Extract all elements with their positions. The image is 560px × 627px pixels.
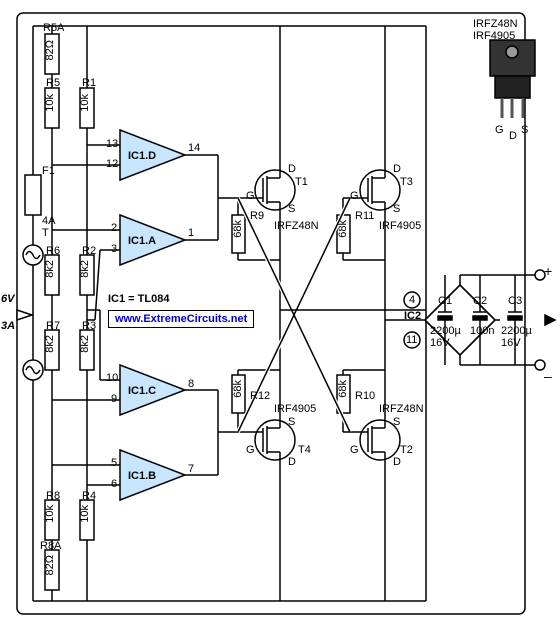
- source-link[interactable]: www.ExtremeCircuits.net: [108, 310, 254, 328]
- r7-ref: R7: [46, 320, 60, 332]
- supply-v: 6V: [1, 293, 14, 305]
- c1-ref: C1: [438, 295, 452, 307]
- t4-ref: T4: [298, 444, 311, 456]
- ic1c-in1: 10: [106, 372, 118, 384]
- ic1b-out: 7: [188, 463, 194, 475]
- r2-ref: R2: [82, 245, 96, 257]
- r11-val: 68k: [337, 220, 349, 238]
- ic1c-out: 8: [188, 378, 194, 390]
- r2-val: 8k2: [79, 260, 91, 278]
- r6-val: 8k2: [44, 260, 56, 278]
- t4-s: S: [288, 416, 295, 428]
- t2-s: S: [393, 416, 400, 428]
- ic1b-in1: 5: [111, 457, 117, 469]
- t3-ref: T3: [400, 176, 413, 188]
- c2-ref: C2: [473, 295, 487, 307]
- ic2-p11: 11: [406, 334, 417, 346]
- t3-g: G: [350, 190, 359, 202]
- r9-val: 68k: [232, 220, 244, 238]
- c2-val: 100n: [470, 325, 494, 337]
- r8a-ref: R8A: [40, 540, 61, 552]
- r4-val: 10k: [79, 505, 91, 523]
- ic1a-ref: IC1.A: [128, 235, 156, 247]
- r1-ref: R1: [82, 77, 96, 89]
- t3-s: S: [393, 203, 400, 215]
- ic1d-in1: 13: [106, 138, 118, 150]
- t2-g: G: [350, 444, 359, 456]
- ic1a-out: 1: [188, 227, 194, 239]
- pkg-pin-s: S: [521, 124, 528, 136]
- ic1c-in2: 9: [111, 393, 117, 405]
- t4-d: D: [288, 456, 296, 468]
- t1-d: D: [288, 163, 296, 175]
- t3-d: D: [393, 163, 401, 175]
- r8-val: 10k: [44, 505, 56, 523]
- schematic-root: IRFZ48N IRF4905 G D S F1 4A T R5A 82Ω R5…: [0, 0, 560, 627]
- ic-note: IC1 = TL084: [108, 293, 169, 305]
- t1-g: G: [246, 190, 255, 202]
- r8a-val: 82Ω: [44, 555, 56, 575]
- ic2-p4: 4: [409, 294, 415, 306]
- r5-val: 10k: [44, 94, 56, 112]
- ic1a-in2: 3: [111, 243, 117, 255]
- t3-type: IRF4905: [379, 220, 421, 232]
- ic1c-ref: IC1.C: [128, 385, 156, 397]
- r5a-val: 82Ω: [44, 40, 56, 60]
- r3-val: 8k2: [79, 335, 91, 353]
- ic1d-out: 14: [188, 142, 200, 154]
- r12-ref: R12: [250, 390, 270, 402]
- r10-val: 68k: [337, 380, 349, 398]
- r12-val: 68k: [232, 380, 244, 398]
- pkg-pin-d: D: [509, 130, 517, 142]
- r4-ref: R4: [82, 490, 96, 502]
- supply-a: 3A: [1, 320, 15, 332]
- t1-ref: T1: [295, 176, 308, 188]
- r1-val: 10k: [79, 94, 91, 112]
- t2-d: D: [393, 456, 401, 468]
- c3-val: 2200µ 16V: [501, 325, 532, 349]
- f1-ref: F1: [42, 165, 55, 177]
- t1-type: IRFZ48N: [274, 220, 319, 232]
- r9-ref: R9: [250, 210, 264, 222]
- r7-val: 8k2: [44, 335, 56, 353]
- r3-ref: R3: [82, 320, 96, 332]
- ic1b-ref: IC1.B: [128, 470, 156, 482]
- f1-val: 4A T: [42, 215, 55, 239]
- t1-s: S: [288, 203, 295, 215]
- c3-ref: C3: [508, 295, 522, 307]
- ic2-ref: IC2: [404, 310, 421, 322]
- t2-type: IRFZ48N: [379, 403, 424, 415]
- t2-ref: T2: [400, 444, 413, 456]
- ic1b-in2: 6: [111, 478, 117, 490]
- ic1d-ref: IC1.D: [128, 150, 156, 162]
- pkg-pin-g: G: [495, 124, 504, 136]
- ic1d-in2: 12: [106, 158, 118, 170]
- mosfet-types-label: IRFZ48N IRF4905: [473, 18, 518, 42]
- out-plus: +: [544, 263, 552, 279]
- t4-type: IRF4905: [274, 403, 316, 415]
- out-minus: –: [544, 368, 552, 384]
- r10-ref: R10: [355, 390, 375, 402]
- r8-ref: R8: [46, 490, 60, 502]
- r5a-ref: R5A: [43, 22, 64, 34]
- c1-val: 2200µ 16V: [430, 325, 461, 349]
- r5-ref: R5: [46, 77, 60, 89]
- t4-g: G: [246, 444, 255, 456]
- r6-ref: R6: [46, 245, 60, 257]
- ic1a-in1: 2: [111, 222, 117, 234]
- r11-ref: R11: [355, 210, 374, 222]
